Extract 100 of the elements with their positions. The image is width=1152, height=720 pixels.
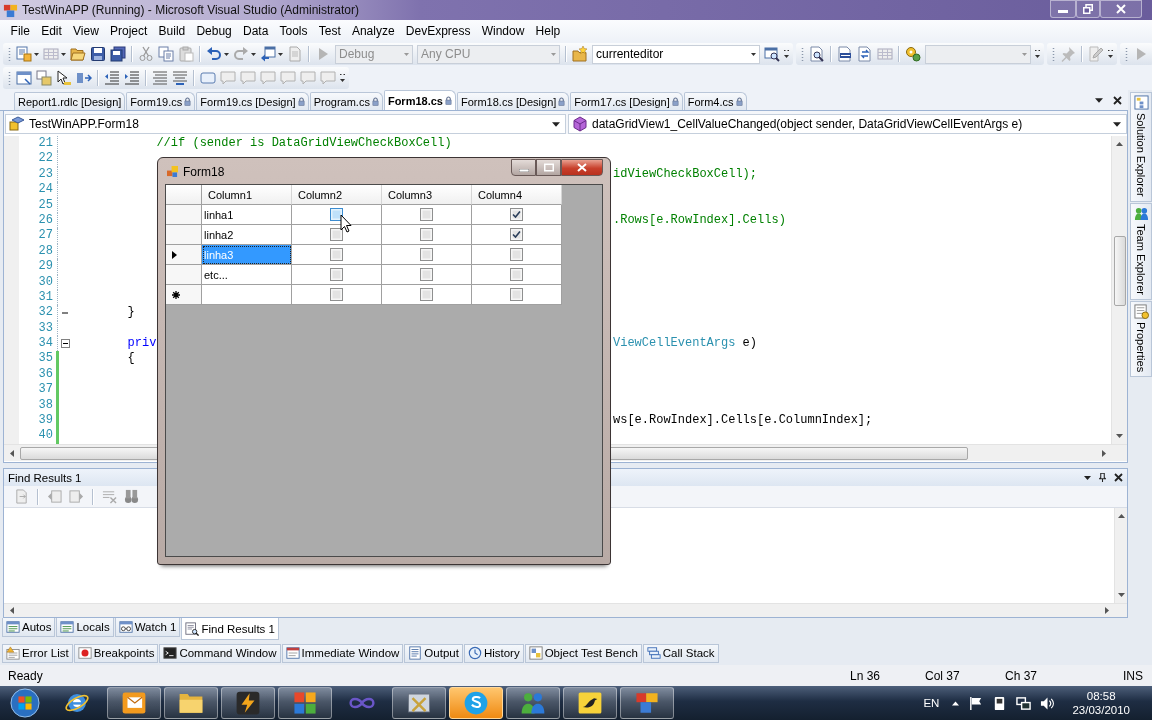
vertical-scrollbar[interactable] (1114, 508, 1127, 603)
menu-item[interactable]: Project (104, 22, 153, 40)
grip-icon[interactable] (1052, 47, 1055, 61)
up-arrow-icon[interactable] (1116, 142, 1123, 146)
tool-window-tab[interactable]: Object Test Bench (524, 643, 642, 663)
restore-button[interactable] (1076, 0, 1100, 18)
caret-icon[interactable] (1095, 97, 1103, 103)
menu-item[interactable]: File (5, 22, 36, 40)
grid-cell[interactable] (472, 285, 562, 305)
speech-bubble-icon[interactable] (280, 70, 296, 86)
grid-cell[interactable] (382, 225, 472, 245)
caret-icon[interactable] (251, 52, 256, 56)
checkbox[interactable] (330, 268, 343, 281)
vertical-scrollbar[interactable] (1111, 136, 1127, 444)
side-tab[interactable]: Properties (1130, 300, 1152, 377)
caret-icon[interactable] (278, 52, 283, 56)
side-tab[interactable]: Team Explorer (1130, 202, 1152, 300)
tool-window-tab[interactable]: Breakpoints (73, 643, 159, 663)
down-arrow-icon[interactable] (1116, 434, 1123, 438)
column-header[interactable]: Column3 (382, 185, 472, 205)
grid-cell[interactable] (292, 205, 382, 225)
grid-cell[interactable] (472, 205, 562, 225)
tool-window-tab[interactable]: Error List (2, 643, 73, 663)
close-icon[interactable] (1113, 95, 1122, 105)
right-arrow-icon[interactable] (1102, 449, 1106, 457)
checkbox[interactable] (420, 208, 433, 221)
clipboard-icon[interactable] (178, 46, 194, 62)
grid-cell[interactable] (292, 265, 382, 285)
grip-icon[interactable] (8, 47, 11, 61)
scissors-icon[interactable] (138, 46, 154, 62)
checkbox[interactable] (420, 248, 433, 261)
menu-item[interactable]: DevExpress (400, 22, 477, 40)
grid-cell[interactable] (472, 265, 562, 285)
grid-cell[interactable]: linha2 (202, 225, 292, 245)
lines-icon[interactable] (152, 70, 168, 86)
tool-window-tab[interactable]: Immediate Window (281, 643, 404, 663)
window-icon[interactable] (16, 70, 32, 86)
grid-cell[interactable] (382, 205, 472, 225)
checkbox[interactable] (510, 288, 523, 301)
menu-item[interactable]: Analyze (346, 22, 401, 40)
document-tab[interactable]: Program.cs (309, 92, 383, 110)
clock[interactable]: 08:58 23/03/2010 (1072, 689, 1130, 717)
grip-icon[interactable] (801, 47, 804, 61)
down-arrow-icon[interactable] (1117, 593, 1125, 597)
magnifier-document-icon[interactable] (809, 46, 825, 62)
flag-icon[interactable] (968, 695, 984, 711)
tool-window-tab[interactable]: Command Window (159, 643, 281, 663)
checkbox[interactable] (510, 228, 523, 241)
pin-icon[interactable] (1099, 473, 1106, 482)
back-arrow-icon[interactable] (47, 489, 62, 504)
header-corner[interactable] (166, 185, 202, 205)
undo-icon[interactable] (206, 46, 222, 62)
tool-window-tab[interactable]: Autos (2, 618, 56, 637)
caret-icon[interactable] (224, 52, 229, 56)
menu-item[interactable]: Tools (273, 22, 314, 40)
speech-bubble-icon[interactable] (300, 70, 316, 86)
column-header[interactable]: Column1 (202, 185, 292, 205)
menu-item[interactable]: Build (152, 22, 191, 40)
document-arrows-icon[interactable] (857, 46, 873, 62)
speech-bubble-icon[interactable] (220, 70, 236, 86)
menu-item[interactable]: Edit (35, 22, 68, 40)
grid-cell[interactable] (382, 245, 472, 265)
monitors-icon[interactable] (1016, 695, 1032, 711)
pointer-icon[interactable] (56, 70, 72, 86)
document-tab[interactable]: Form19.cs (126, 92, 196, 110)
chevron-up-icon[interactable] (952, 700, 960, 706)
outdent-icon[interactable] (104, 70, 120, 86)
checkbox[interactable] (510, 248, 523, 261)
overflow-icon[interactable] (784, 49, 789, 59)
circles-icon[interactable] (905, 46, 921, 62)
window-arrow-icon[interactable] (260, 46, 276, 62)
grid-cell[interactable]: linha1 (202, 205, 292, 225)
caret-icon[interactable] (61, 52, 66, 56)
rectangle-arrow-icon[interactable] (76, 70, 92, 86)
checkbox[interactable] (420, 228, 433, 241)
checkbox[interactable] (330, 228, 343, 241)
right-arrow-icon[interactable] (1105, 607, 1109, 614)
tool-window-tab[interactable]: Call Stack (642, 643, 719, 663)
checkbox[interactable] (420, 268, 433, 281)
floppy-disks-icon[interactable] (110, 46, 126, 62)
grid-cell[interactable] (382, 265, 472, 285)
document-icon[interactable] (837, 46, 853, 62)
checkbox[interactable] (510, 208, 523, 221)
pushpin-icon[interactable] (1060, 46, 1076, 62)
document-tab[interactable]: Form4.cs (683, 92, 747, 110)
grid-cell[interactable] (292, 225, 382, 245)
dropdown[interactable]: currenteditor (592, 44, 760, 64)
document-tab[interactable]: Report1.rdlc [Design] (14, 92, 126, 110)
row-header[interactable] (166, 285, 202, 305)
row-header[interactable] (166, 245, 202, 265)
collapse-icon[interactable] (60, 339, 70, 349)
binoculars-icon[interactable] (124, 489, 139, 504)
forward-arrow-icon[interactable] (69, 489, 84, 504)
menu-item[interactable]: Help (529, 22, 566, 40)
grip-icon[interactable] (8, 71, 11, 85)
overflow-icon[interactable] (1108, 49, 1113, 59)
speech-bubble-icon[interactable] (260, 70, 276, 86)
overflow-icon[interactable] (340, 73, 345, 83)
tool-window-tab[interactable]: Find Results 1 (181, 618, 279, 640)
speaker-icon[interactable] (1040, 695, 1056, 711)
